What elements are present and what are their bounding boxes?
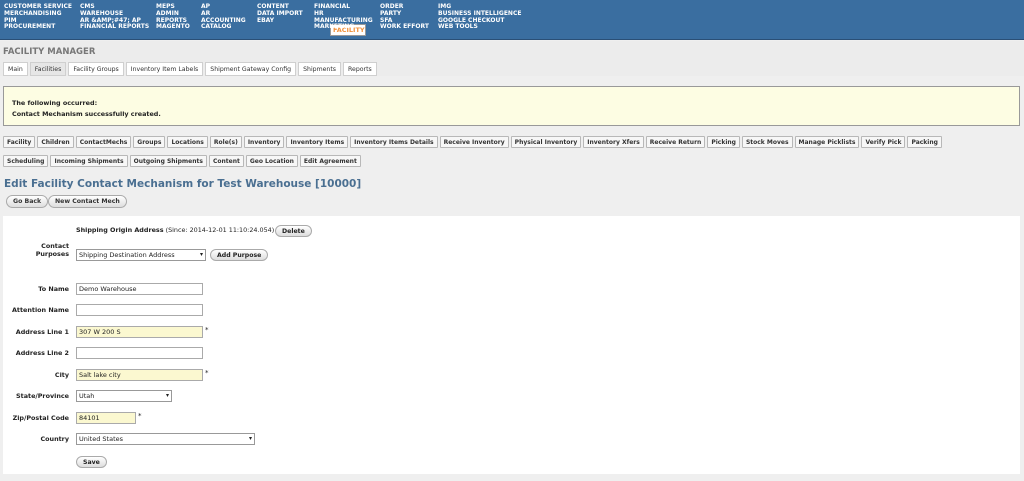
facility-subtab[interactable]: Locations xyxy=(167,136,208,148)
attention-name-label: Attention Name xyxy=(11,306,69,314)
app-tabs: Main Facilities Facility Groups Inventory I… xyxy=(3,62,379,76)
facility-subtab[interactable]: Verify Pick xyxy=(861,136,906,148)
facility-subtab[interactable]: Manage Picklists xyxy=(794,136,860,148)
facility-subtab[interactable]: ContactMechs xyxy=(75,136,132,148)
address-line-1-field[interactable]: 307 W 200 S xyxy=(76,326,203,338)
required-marker: * xyxy=(138,412,142,420)
nav-column: FINANCIAL HR MANUFACTURING MARKETING xyxy=(314,3,373,31)
facility-subtab[interactable]: Incoming Shipments xyxy=(50,155,128,167)
save-button[interactable]: Save xyxy=(76,456,107,468)
new-contact-mech-button[interactable]: New Contact Mech xyxy=(48,195,127,208)
top-navigation: CUSTOMER SERVICE MERCHANDISING PIM PROCUREM… xyxy=(0,0,1024,40)
country-select-value: United States xyxy=(79,435,124,443)
delete-purpose-button[interactable]: Delete xyxy=(275,225,312,237)
nav-column: CMS WAREHOUSE AR &amp;#47; AP FINANCIAL REP… xyxy=(80,3,149,31)
nav-column: ORDER PARTY SFA WORK EFFORT xyxy=(380,3,429,31)
state-province-label: State/Province xyxy=(16,392,69,400)
nav-column: IMG BUSINESS INTELLIGENCE GOOGLE CHECKOUT W… xyxy=(438,3,521,31)
nav-column: MEPS ADMIN REPORTS MAGENTO xyxy=(156,3,190,31)
app-title: FACILITY MANAGER xyxy=(3,47,96,57)
message-box: The following occurred: Contact Mechanis… xyxy=(3,86,1020,126)
facility-subtabs-row-1: Facility Children ContactMechs Groups Locati… xyxy=(3,136,944,148)
app-tab[interactable]: Facilities xyxy=(29,62,67,76)
purpose-select[interactable]: Shipping Destination Address ▾ xyxy=(76,249,206,261)
dropdown-arrow-icon: ▾ xyxy=(165,392,169,399)
required-marker: * xyxy=(205,369,209,377)
facility-subtab[interactable]: Receive Return xyxy=(645,136,706,148)
facility-subtab[interactable]: Scheduling xyxy=(3,155,49,167)
nav-item[interactable]: PROCUREMENT xyxy=(4,24,72,31)
nav-item[interactable]: MARKETING xyxy=(314,24,373,31)
facility-subtab[interactable]: Receive Inventory xyxy=(439,136,509,148)
facility-subtab[interactable]: Inventory Items Details xyxy=(350,136,438,148)
message-heading: The following occurred: xyxy=(12,99,98,107)
facility-subtab[interactable]: Role(s) xyxy=(209,136,242,148)
address-line-2-label: Address Line 2 xyxy=(15,349,69,357)
address-line-2-field[interactable] xyxy=(76,347,203,359)
country-select[interactable]: United States ▾ xyxy=(76,433,255,445)
facility-subtab[interactable]: Children xyxy=(37,136,74,148)
facility-subtab[interactable]: Inventory xyxy=(243,136,285,148)
contact-mech-form: Shipping Origin Address (Since: 2014-12-… xyxy=(3,216,1020,474)
app-tab[interactable]: Inventory Item Labels xyxy=(125,62,204,76)
country-label: Country xyxy=(40,435,69,443)
facility-subtab[interactable]: Content xyxy=(208,155,244,167)
current-purpose: Shipping Origin Address (Since: 2014-12-… xyxy=(76,226,274,234)
nav-item[interactable]: FINANCIAL REPORTS xyxy=(80,24,149,31)
nav-column: CONTENT DATA IMPORT EBAY FACILITY xyxy=(257,3,366,37)
to-name-label: To Name xyxy=(38,285,69,293)
facility-subtab[interactable]: Picking xyxy=(707,136,740,148)
page-title: Edit Facility Contact Mechanism for Test… xyxy=(4,178,362,190)
purpose-name: Shipping Origin Address xyxy=(76,226,164,234)
add-purpose-button[interactable]: Add Purpose xyxy=(210,249,269,261)
go-back-button[interactable]: Go Back xyxy=(6,195,49,208)
message-text: Contact Mechanism successfully created. xyxy=(12,110,161,118)
to-name-field[interactable]: Demo Warehouse xyxy=(76,283,203,295)
purpose-select-value: Shipping Destination Address xyxy=(79,251,175,259)
city-label: City xyxy=(54,371,69,379)
app-tab[interactable]: Facility Groups xyxy=(68,62,124,76)
contact-purposes-label: Contact Purposes xyxy=(35,242,69,258)
facility-subtab[interactable]: Inventory Xfers xyxy=(583,136,644,148)
nav-item[interactable]: WEB TOOLS xyxy=(438,24,521,31)
app-tab[interactable]: Shipments xyxy=(298,62,341,76)
nav-column: AP AR ACCOUNTING CATALOG xyxy=(201,3,246,31)
nav-item[interactable]: CATALOG xyxy=(201,24,246,31)
nav-item[interactable]: EBAY xyxy=(257,17,303,25)
facility-subtab[interactable]: Facility xyxy=(3,136,36,148)
facility-subtab[interactable]: Physical Inventory xyxy=(510,136,582,148)
attention-name-field[interactable] xyxy=(76,304,203,316)
state-province-select[interactable]: Utah ▾ xyxy=(76,390,172,402)
state-select-value: Utah xyxy=(79,392,95,400)
app-tab[interactable]: Main xyxy=(3,62,28,76)
city-field[interactable]: Salt lake city xyxy=(76,369,203,381)
facility-subtab[interactable]: Outgoing Shipments xyxy=(129,155,207,167)
facility-subtab[interactable]: Packing xyxy=(907,136,942,148)
nav-item[interactable]: MAGENTO xyxy=(156,24,190,31)
zip-postal-code-label: Zip/Postal Code xyxy=(12,414,69,422)
facility-subtab[interactable]: Inventory Items xyxy=(286,136,349,148)
required-marker: * xyxy=(205,326,209,334)
facility-subtab[interactable]: Stock Moves xyxy=(741,136,793,148)
facility-subtabs-row-2: Scheduling Incoming Shipments Outgoing Shi… xyxy=(3,155,363,167)
app-tab[interactable]: Shipment Gateway Config xyxy=(205,62,297,76)
nav-item[interactable]: WORK EFFORT xyxy=(380,24,429,31)
facility-subtab[interactable]: Geo Location xyxy=(245,155,298,167)
dropdown-arrow-icon: ▾ xyxy=(248,435,252,442)
facility-subtab[interactable]: Groups xyxy=(133,136,166,148)
address-line-1-label: Address Line 1 xyxy=(15,328,69,336)
zip-postal-code-field[interactable]: 84101 xyxy=(76,412,136,424)
facility-subtab[interactable]: Edit Agreement xyxy=(299,155,361,167)
dropdown-arrow-icon: ▾ xyxy=(199,251,203,258)
purpose-since: (Since: 2014-12-01 11:10:24.054) xyxy=(165,226,275,234)
app-tab[interactable]: Reports xyxy=(343,62,377,76)
nav-column: CUSTOMER SERVICE MERCHANDISING PIM PROCUREM… xyxy=(4,3,72,31)
app-header: FACILITY MANAGER Main Facilities Facility … xyxy=(0,41,1024,76)
